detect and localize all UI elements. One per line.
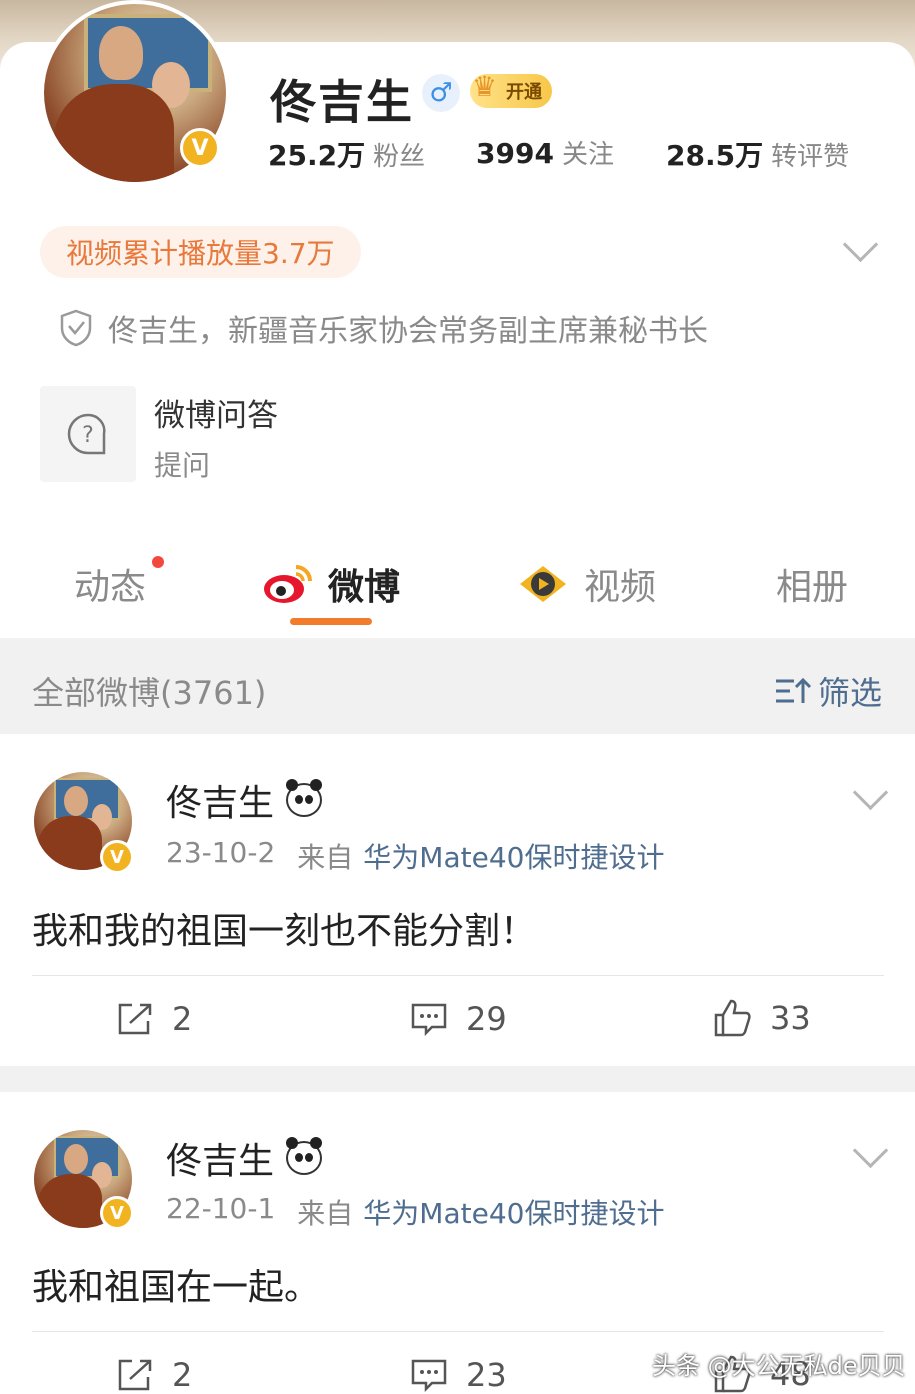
following-stat[interactable]: 3994 关注 xyxy=(476,134,614,171)
followers-count: 25.2万 xyxy=(268,139,366,172)
verification-text: 佟吉生，新疆音乐家协会常务副主席兼秘书长 xyxy=(108,314,708,349)
post-source-link[interactable]: 华为Mate40保时捷设计 xyxy=(363,1192,664,1232)
repost-count: 2 xyxy=(172,1000,193,1038)
post-date: 22-10-1 xyxy=(166,1192,276,1225)
repost-button[interactable]: 2 xyxy=(116,1000,192,1038)
tab-weibo[interactable]: 微博 xyxy=(262,558,400,610)
like-button[interactable]: 33 xyxy=(712,998,811,1038)
tab-weibo-label: 微博 xyxy=(328,567,401,608)
watermark: 头条 @大公无私de贝贝 xyxy=(652,1352,906,1380)
ask-question-link[interactable]: 提问 xyxy=(154,444,210,484)
verified-badge-icon: V xyxy=(100,1196,134,1230)
engagement-label: 转评赞 xyxy=(771,142,850,172)
weibo-qa-card[interactable]: ? xyxy=(40,386,136,482)
verified-badge-icon: V xyxy=(100,840,134,874)
post-text[interactable]: 我和我的祖国一刻也不能分割！ xyxy=(32,902,536,954)
tab-dynamic-label: 动态 xyxy=(74,567,147,608)
filter-button[interactable]: 筛选 xyxy=(774,668,882,714)
profile-name: 佟吉生 xyxy=(270,75,414,129)
weibo-logo-icon xyxy=(264,565,312,603)
repost-icon xyxy=(118,1003,152,1035)
shield-check-icon xyxy=(60,309,92,347)
video-plays-badge: 视频累计播放量3.7万 xyxy=(40,226,361,278)
following-count: 3994 xyxy=(476,137,554,170)
post-date: 23-10-2 xyxy=(166,836,276,869)
post-meta: 23-10-2 来自 华为Mate40保时捷设计 xyxy=(166,836,664,876)
active-tab-indicator xyxy=(290,618,372,625)
post-from-label: 来自 xyxy=(297,1197,354,1230)
post-source-link[interactable]: 华为Mate40保时捷设计 xyxy=(363,836,664,876)
repost-button[interactable]: 2 xyxy=(116,1356,192,1394)
video-play-icon xyxy=(520,566,566,602)
followers-stat[interactable]: 25.2万 粉丝 xyxy=(268,134,425,174)
engagement-stat[interactable]: 28.5万 转评赞 xyxy=(666,134,849,174)
crown-icon: ♛ xyxy=(472,70,498,103)
post-meta: 22-10-1 来自 华为Mate40保时捷设计 xyxy=(166,1192,664,1232)
male-gender-icon: ♂ xyxy=(422,74,460,112)
following-label: 关注 xyxy=(561,140,614,170)
like-count: 33 xyxy=(770,999,811,1037)
verified-badge-icon: V xyxy=(180,128,220,168)
post-divider xyxy=(32,975,884,976)
post-menu-chevron-icon[interactable] xyxy=(852,774,889,811)
weibo-qa-title[interactable]: 微博问答 xyxy=(154,390,278,435)
tab-album[interactable]: 相册 xyxy=(776,558,848,610)
svg-text:?: ? xyxy=(82,423,94,448)
thumbs-up-icon xyxy=(714,999,751,1037)
filter-label: 筛选 xyxy=(818,674,883,712)
post-author[interactable]: 佟吉生 xyxy=(166,774,323,826)
vip-open-button[interactable]: ♛ 开通 xyxy=(470,70,552,108)
tab-dynamic[interactable]: 动态 xyxy=(74,558,146,610)
comment-button[interactable]: 23 xyxy=(410,1356,507,1394)
notification-dot xyxy=(152,556,164,568)
panda-icon xyxy=(286,779,323,817)
vip-label: 开通 xyxy=(506,82,542,103)
post-divider xyxy=(32,1331,884,1332)
tab-video-label: 视频 xyxy=(584,567,657,608)
repost-count: 2 xyxy=(172,1356,193,1394)
panda-icon xyxy=(286,1137,323,1175)
comment-icon xyxy=(411,1359,447,1393)
filter-sort-icon xyxy=(776,677,812,703)
tab-album-label: 相册 xyxy=(776,567,849,608)
all-weibo-count[interactable]: 全部微博(3761) xyxy=(32,668,266,714)
post-menu-chevron-icon[interactable] xyxy=(852,1132,889,1169)
comment-icon xyxy=(411,1003,447,1037)
post-text[interactable]: 我和祖国在一起。 xyxy=(32,1258,320,1310)
post-from-label: 来自 xyxy=(297,841,354,874)
engagement-count: 28.5万 xyxy=(666,139,764,172)
comment-count: 29 xyxy=(466,1000,507,1038)
repost-icon xyxy=(118,1359,152,1391)
followers-label: 粉丝 xyxy=(373,142,426,172)
post-author[interactable]: 佟吉生 xyxy=(166,1132,323,1184)
post-author-name: 佟吉生 xyxy=(166,1141,275,1182)
post-separator xyxy=(0,1066,915,1092)
question-icon: ? xyxy=(67,413,106,455)
post-author-name: 佟吉生 xyxy=(166,783,275,824)
verification-info: 佟吉生，新疆音乐家协会常务副主席兼秘书长 xyxy=(58,306,708,350)
tab-video[interactable]: 视频 xyxy=(516,558,656,610)
comment-count: 23 xyxy=(466,1356,507,1394)
comment-button[interactable]: 29 xyxy=(410,1000,507,1038)
